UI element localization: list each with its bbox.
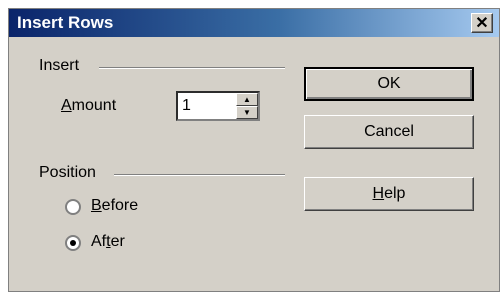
amount-input[interactable]: 1 (182, 97, 191, 115)
ok-button[interactable]: OK (304, 67, 474, 101)
radio-before[interactable] (65, 199, 81, 215)
close-icon: ✕ (475, 15, 489, 32)
insert-group-divider (99, 67, 285, 69)
arrow-up-icon: ▲ (243, 95, 251, 104)
position-group-divider (114, 174, 285, 176)
spin-down-button[interactable]: ▼ (236, 106, 258, 119)
insert-rows-dialog: Insert Rows ✕ Insert Amount 1 ▲ ▼ Positi… (8, 8, 500, 292)
arrow-down-icon: ▼ (243, 108, 251, 117)
radio-before-label[interactable]: Before (91, 197, 138, 215)
title-bar[interactable]: Insert Rows ✕ (9, 9, 499, 37)
dialog-title: Insert Rows (17, 13, 114, 32)
help-button[interactable]: Help (304, 177, 474, 211)
radio-after-label[interactable]: After (91, 233, 125, 251)
radio-after[interactable] (65, 235, 81, 251)
cancel-button[interactable]: Cancel (304, 115, 474, 149)
radio-selected-dot (70, 240, 76, 246)
position-group-label: Position (39, 164, 96, 181)
spin-up-button[interactable]: ▲ (236, 93, 258, 106)
amount-spinbox[interactable]: 1 ▲ ▼ (176, 91, 260, 121)
insert-group-label: Insert (39, 57, 80, 74)
close-button[interactable]: ✕ (471, 13, 493, 33)
amount-label: Amount (61, 97, 117, 114)
